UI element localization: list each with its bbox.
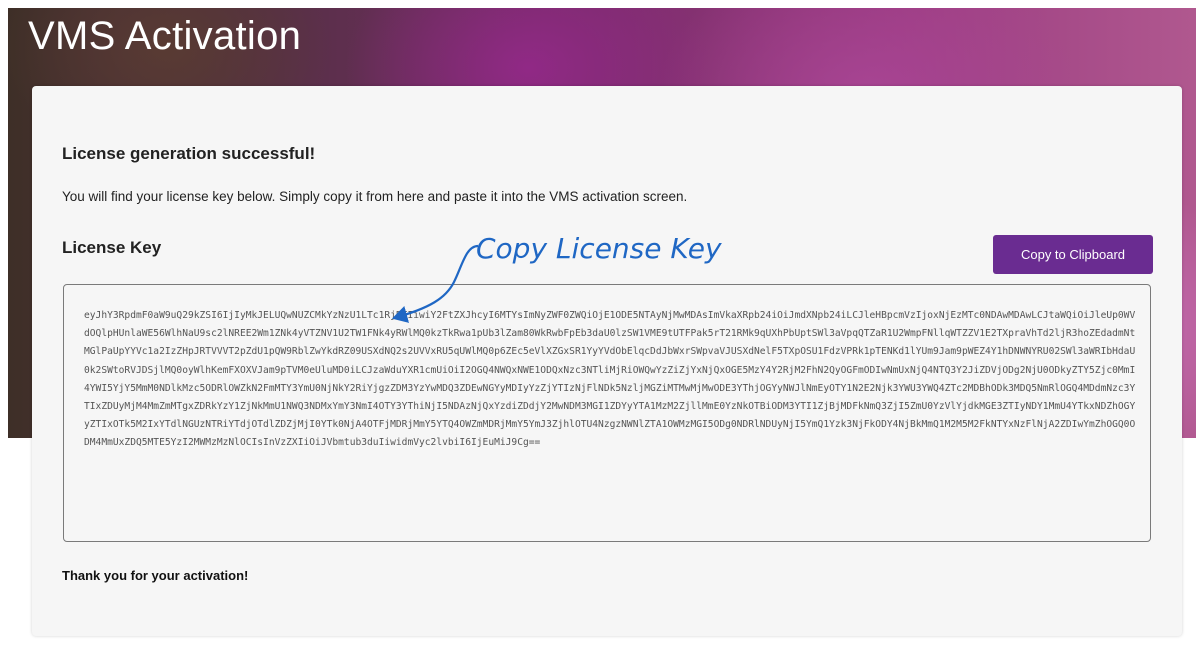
- copy-license-key-annotation: Copy License Key: [476, 232, 722, 265]
- license-key-textbox[interactable]: eyJhY3RpdmF0aW9uQ29kZSI6IjIyMkJELUQwNUZC…: [63, 284, 1151, 542]
- copy-to-clipboard-button[interactable]: Copy to Clipboard: [993, 235, 1153, 274]
- success-heading: License generation successful!: [62, 144, 316, 163]
- page-title: VMS Activation: [28, 14, 302, 58]
- left-margin: [0, 0, 8, 645]
- license-key-label: License Key: [62, 238, 162, 257]
- thank-you-text: Thank you for your activation!: [62, 568, 249, 583]
- instruction-text: You will find your license key below. Si…: [62, 189, 688, 204]
- license-card: License generation successful! You will …: [32, 86, 1182, 636]
- annotation-arrow-icon: [391, 244, 479, 323]
- page: VMS Activation License generation succes…: [0, 0, 1196, 645]
